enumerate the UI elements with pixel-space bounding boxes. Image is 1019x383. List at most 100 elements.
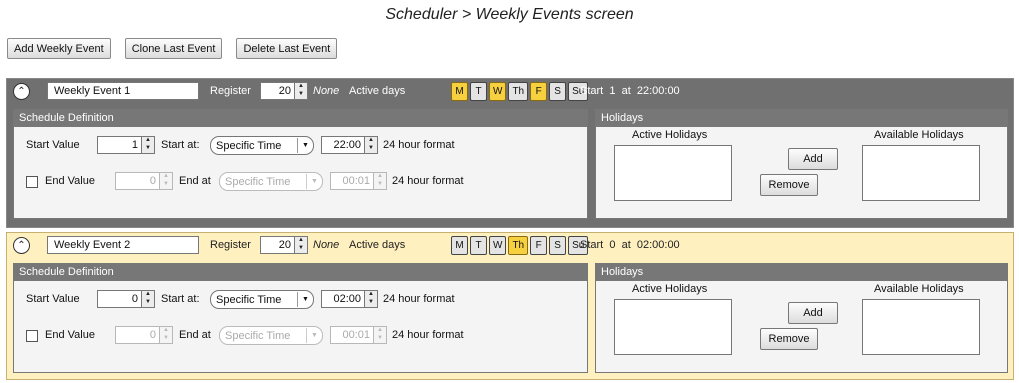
spin-down-icon[interactable]: ▼ [160, 335, 172, 343]
end-at-selected: Specific Time [225, 329, 291, 342]
start-value-spinner[interactable]: ▲▼ [97, 136, 155, 154]
register-label: Register [210, 85, 251, 97]
end-time-input[interactable] [331, 327, 373, 343]
end-value-spinner[interactable]: ▲▼ [115, 172, 173, 190]
schedule-definition-panel: Schedule Definition Start Value ▲▼ Start… [13, 109, 588, 219]
spin-up-icon[interactable]: ▲ [365, 137, 377, 145]
day-toggle-thursday[interactable]: Th [508, 236, 529, 255]
end-time-input[interactable] [331, 173, 373, 189]
end-value-checkbox[interactable] [26, 176, 38, 188]
end-at-dropdown[interactable]: Specific Time ▼ [219, 326, 323, 345]
spin-down-icon[interactable]: ▼ [365, 299, 377, 307]
delete-last-event-button[interactable]: Delete Last Event [236, 38, 338, 59]
day-toggle-monday[interactable]: M [451, 82, 468, 101]
register-spinner[interactable]: ▲▼ [260, 82, 308, 100]
spin-down-icon[interactable]: ▼ [365, 145, 377, 153]
event-name-input[interactable] [47, 82, 199, 100]
spin-down-icon[interactable]: ▼ [142, 145, 154, 153]
register-spinner[interactable]: ▲▼ [260, 236, 308, 254]
day-toggle-tuesday[interactable]: T [470, 236, 487, 255]
chevron-down-icon[interactable]: ▼ [306, 328, 322, 343]
start-format-label: 24 hour format [383, 293, 455, 305]
add-holiday-button[interactable]: Add [788, 148, 838, 170]
available-holidays-list[interactable] [862, 145, 980, 201]
day-toggle-monday[interactable]: M [451, 236, 468, 255]
start-at-selected: Specific Time [216, 139, 282, 152]
start-value-input[interactable] [98, 137, 141, 153]
end-format-label: 24 hour format [392, 329, 464, 341]
spin-down-icon[interactable]: ▼ [374, 181, 386, 189]
day-toggle-saturday[interactable]: S [549, 236, 567, 255]
start-time-input[interactable] [322, 291, 364, 307]
end-at-dropdown[interactable]: Specific Time ▼ [219, 172, 323, 191]
available-holidays-label: Available Holidays [874, 283, 964, 295]
register-value[interactable] [261, 83, 294, 99]
start-value-input[interactable] [98, 291, 141, 307]
spin-up-icon[interactable]: ▲ [160, 173, 172, 181]
start-value-spinner[interactable]: ▲▼ [97, 290, 155, 308]
register-none-label: None [313, 239, 340, 251]
holidays-panel: Holidays Active Holidays Add Remove Avai… [595, 263, 1008, 373]
day-toggle-tuesday[interactable]: T [470, 82, 487, 101]
available-holidays-list[interactable] [862, 299, 980, 355]
chevron-down-icon[interactable]: ▼ [297, 138, 313, 153]
event-header: ⌃ Register ▲▼ None Active days M T W Th … [7, 233, 1013, 259]
clone-last-event-button[interactable]: Clone Last Event [124, 38, 223, 59]
end-value-input[interactable] [116, 327, 159, 343]
active-holidays-label: Active Holidays [632, 283, 708, 295]
spin-down-icon[interactable]: ▼ [295, 91, 307, 99]
available-holidays-label: Available Holidays [874, 129, 964, 141]
spin-up-icon[interactable]: ▲ [295, 237, 307, 245]
start-time-input[interactable] [322, 137, 364, 153]
day-toggle-friday[interactable]: F [530, 82, 548, 101]
add-weekly-event-button[interactable]: Add Weekly Event [7, 38, 111, 59]
end-value-input[interactable] [116, 173, 159, 189]
remove-holiday-button[interactable]: Remove [760, 328, 818, 350]
spin-down-icon[interactable]: ▼ [142, 299, 154, 307]
spin-up-icon[interactable]: ▲ [374, 173, 386, 181]
event-header: ⌃ Register ▲▼ None Active days M T W Th … [7, 79, 1013, 105]
start-format-label: 24 hour format [383, 139, 455, 151]
spin-up-icon[interactable]: ▲ [295, 83, 307, 91]
day-toggle-thursday[interactable]: Th [508, 82, 529, 101]
event-name-input[interactable] [47, 236, 199, 254]
end-value-checkbox[interactable] [26, 330, 38, 342]
active-days-label: Active days [349, 85, 406, 97]
holidays-title: Holidays [596, 264, 1007, 281]
start-time-spinner[interactable]: ▲▼ [321, 290, 378, 308]
end-value-spinner[interactable]: ▲▼ [115, 326, 173, 344]
spin-down-icon[interactable]: ▼ [160, 181, 172, 189]
day-toggle-wednesday[interactable]: W [489, 236, 507, 255]
day-toggle-wednesday[interactable]: W [489, 82, 507, 101]
day-toggle-saturday[interactable]: S [549, 82, 567, 101]
schedule-definition-title: Schedule Definition [14, 110, 587, 127]
screen-caption: Scheduler > Weekly Events screen [385, 6, 634, 23]
spin-up-icon[interactable]: ▲ [374, 327, 386, 335]
spin-up-icon[interactable]: ▲ [142, 137, 154, 145]
spin-down-icon[interactable]: ▼ [295, 245, 307, 253]
end-time-spinner[interactable]: ▲▼ [330, 172, 387, 190]
active-holidays-list[interactable] [614, 145, 732, 201]
remove-holiday-button[interactable]: Remove [760, 174, 818, 196]
day-toggle-friday[interactable]: F [530, 236, 548, 255]
active-holidays-list[interactable] [614, 299, 732, 355]
register-value[interactable] [261, 237, 294, 253]
start-at-label: Start at: [161, 139, 200, 151]
holidays-panel: Holidays Active Holidays Add Remove Avai… [595, 109, 1008, 219]
end-time-spinner[interactable]: ▲▼ [330, 326, 387, 344]
toolbar: Add Weekly Event Clone Last Event Delete… [7, 38, 338, 59]
chevron-down-icon[interactable]: ▼ [306, 174, 322, 189]
end-at-selected: Specific Time [225, 175, 291, 188]
start-time-spinner[interactable]: ▲▼ [321, 136, 378, 154]
add-holiday-button[interactable]: Add [788, 302, 838, 324]
spin-up-icon[interactable]: ▲ [160, 327, 172, 335]
collapse-chevron-up-icon[interactable]: ⌃ [13, 237, 30, 254]
collapse-chevron-up-icon[interactable]: ⌃ [13, 83, 30, 100]
spin-up-icon[interactable]: ▲ [142, 291, 154, 299]
chevron-down-icon[interactable]: ▼ [297, 292, 313, 307]
start-at-dropdown[interactable]: Specific Time ▼ [210, 290, 314, 309]
spin-down-icon[interactable]: ▼ [374, 335, 386, 343]
end-value-label: End Value [45, 175, 95, 187]
start-at-dropdown[interactable]: Specific Time ▼ [210, 136, 314, 155]
spin-up-icon[interactable]: ▲ [365, 291, 377, 299]
